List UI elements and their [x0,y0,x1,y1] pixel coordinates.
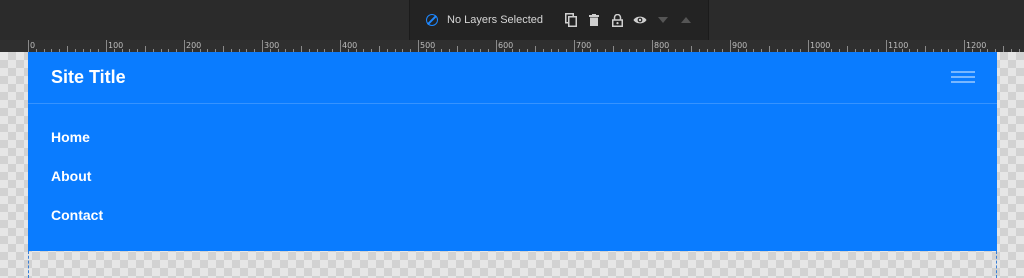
right-guide-line [996,251,997,278]
ruler-label: 0 [30,41,36,50]
site-header-block[interactable]: Site Title Home About Contact [28,52,997,251]
ruler-label: 500 [420,41,436,50]
visibility-icon [633,16,647,24]
layer-status-text: No Layers Selected [447,14,543,26]
design-canvas[interactable]: Site Title Home About Contact [0,52,1024,278]
ruler-label: 400 [342,41,358,50]
nav-item-home[interactable]: Home [51,128,103,167]
ruler-label: 1100 [888,41,909,50]
delete-icon [589,14,599,26]
editor-toolbar: No Layers Selected [0,0,1024,41]
layer-actions-bar: No Layers Selected [409,0,709,40]
move-up-button[interactable] [678,12,694,28]
lock-icon [611,13,623,27]
nav-item-contact[interactable]: Contact [51,206,103,245]
move-down-icon [658,17,668,23]
ruler-label: 700 [576,41,592,50]
site-top-bar: Site Title [28,52,997,104]
site-title[interactable]: Site Title [51,67,126,88]
move-down-button[interactable] [655,12,671,28]
duplicate-icon [565,13,577,27]
duplicate-button[interactable] [563,12,579,28]
ruler-label: 200 [186,41,202,50]
visibility-button[interactable] [632,12,648,28]
nav-item-about[interactable]: About [51,167,103,206]
ruler-label: 900 [732,41,748,50]
ruler-label: 1200 [966,41,987,50]
ruler-label: 800 [654,41,670,50]
site-nav: Home About Contact [51,128,103,245]
ruler-label: 600 [498,41,514,50]
lock-button[interactable] [609,12,625,28]
ruler-label: 1000 [810,41,831,50]
delete-button[interactable] [586,12,602,28]
ruler-label: 300 [264,41,280,50]
move-up-icon [681,17,691,23]
no-selection-icon [426,14,438,26]
left-guide-line [28,251,29,278]
ruler-label: 100 [108,41,124,50]
hamburger-menu-icon[interactable] [951,71,975,85]
